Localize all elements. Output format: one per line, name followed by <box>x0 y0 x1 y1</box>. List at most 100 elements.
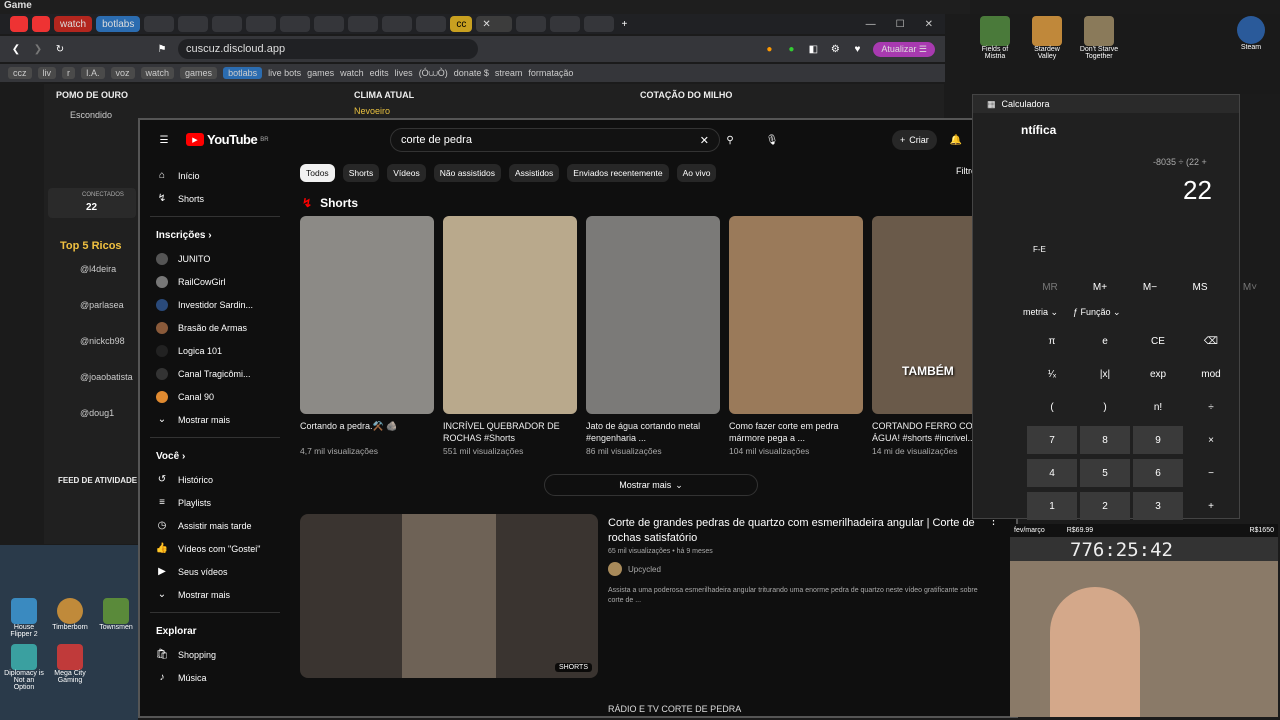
key[interactable]: 9 <box>1133 426 1183 454</box>
key[interactable]: CE <box>1133 327 1183 355</box>
desktop-icon[interactable]: Townsmen <box>96 598 136 638</box>
tab-misc[interactable] <box>584 16 615 32</box>
tab-misc[interactable] <box>212 16 243 32</box>
chip-recentes[interactable]: Enviados recentemente <box>567 164 669 182</box>
key[interactable]: 2 <box>1080 492 1130 520</box>
desktop-icon[interactable]: Timberborn <box>50 598 90 638</box>
key[interactable]: π <box>1027 327 1077 355</box>
bookmark-item[interactable]: liv <box>37 67 56 79</box>
forward-icon[interactable]: ❯ <box>32 43 44 55</box>
sidebar-item-music[interactable]: ♪ Música <box>140 666 290 689</box>
tab-cc[interactable]: cc <box>450 16 473 32</box>
key[interactable]: mod <box>1186 360 1236 388</box>
key[interactable]: 3 <box>1133 492 1183 520</box>
memory-key[interactable]: MS <box>1175 273 1225 301</box>
key[interactable]: 1 <box>1027 492 1077 520</box>
tab-misc[interactable] <box>144 16 175 32</box>
key[interactable]: n! <box>1133 393 1183 421</box>
key[interactable]: 6 <box>1133 459 1183 487</box>
bookmark-item[interactable]: voz <box>110 67 135 79</box>
key[interactable]: 8 <box>1080 426 1130 454</box>
desktop-icon[interactable]: Don't Starve Together <box>1079 16 1119 60</box>
tab-misc[interactable] <box>314 16 345 32</box>
key[interactable]: − <box>1186 459 1236 487</box>
sub-item[interactable]: JUNITO <box>140 247 290 270</box>
short-title[interactable]: Cortando a pedra.⚒️ 🪨 <box>300 420 434 444</box>
fe-button[interactable]: F-E <box>1033 245 1046 254</box>
extension-icon[interactable]: ● <box>785 43 797 55</box>
bookmark-item[interactable]: botlabs <box>223 67 263 79</box>
short-title[interactable]: Jato de água cortando metal #engenharia … <box>586 420 720 444</box>
chip-todos[interactable]: Todos <box>300 164 335 182</box>
key[interactable]: + <box>1186 492 1236 520</box>
short-thumbnail[interactable] <box>729 216 863 414</box>
sub-item[interactable]: Canal Tragicômi... <box>140 362 290 385</box>
short-card[interactable]: Jato de água cortando metal #engenharia … <box>586 216 720 456</box>
chip-shorts[interactable]: Shorts <box>342 164 380 182</box>
bookmark-item[interactable]: r <box>62 67 75 79</box>
sidebar-item-shorts[interactable]: ↯ Shorts <box>140 187 290 210</box>
short-title[interactable]: Como fazer corte em pedra mármore pega a… <box>729 420 863 444</box>
key[interactable]: ÷ <box>1186 393 1236 421</box>
tab-misc[interactable] <box>516 16 547 32</box>
bell-icon[interactable]: 🔔 <box>950 134 962 146</box>
bookmark-item[interactable]: formatação <box>528 68 573 78</box>
sub-item[interactable]: Canal 90 <box>140 385 290 408</box>
key[interactable]: ¹⁄ₓ <box>1027 360 1077 388</box>
desktop-icon[interactable]: Stardew Valley <box>1027 16 1067 60</box>
key[interactable]: ) <box>1080 393 1130 421</box>
bookmark-item[interactable]: live bots <box>268 68 301 78</box>
desktop-icon[interactable]: Diplomacy is Not an Option <box>4 644 44 691</box>
bookmark-icon[interactable]: ⚑ <box>156 43 168 55</box>
short-title[interactable]: INCRÍVEL QUEBRADOR DE ROCHAS #Shorts <box>443 420 577 444</box>
extension-icon[interactable]: ◧ <box>807 43 819 55</box>
tab-misc[interactable] <box>382 16 413 32</box>
video-title[interactable]: Corte de grandes pedras de quartzo com e… <box>608 516 978 546</box>
chip-ao-vivo[interactable]: Ao vivo <box>676 164 717 182</box>
sidebar-item-shopping[interactable]: 🛍 Shopping <box>140 643 290 666</box>
bookmark-item[interactable]: I.A. <box>81 67 105 79</box>
tab-misc[interactable] <box>178 16 209 32</box>
search-icon[interactable]: ⚲ <box>724 134 736 146</box>
rico-item[interactable]: @joaobatista <box>56 372 136 408</box>
url-field[interactable]: cuscuz.discloud.app <box>178 39 478 59</box>
memory-key[interactable]: MR <box>1025 273 1075 301</box>
video-thumbnail[interactable]: SHORTS <box>300 514 598 678</box>
key[interactable]: 7 <box>1027 426 1077 454</box>
update-button[interactable]: Atualizar ☰ <box>873 41 935 57</box>
you-header[interactable]: Você › <box>140 444 290 468</box>
bookmark-item[interactable]: games <box>180 67 218 79</box>
sidebar-item-your-videos[interactable]: ▶ Seus vídeos <box>140 560 290 583</box>
desktop-icon[interactable]: Mega City Gaming <box>50 644 90 691</box>
rico-item[interactable]: @nickcb98 <box>56 336 136 372</box>
extension-icon[interactable]: ♥ <box>851 43 863 55</box>
trig-dropdown[interactable]: metria ⌄ <box>1023 307 1058 318</box>
tab-icon[interactable] <box>10 16 28 32</box>
close-icon[interactable]: ✕ <box>925 19 933 30</box>
youtube-logo[interactable]: ▶ YouTube BR <box>186 132 269 147</box>
key[interactable]: exp <box>1133 360 1183 388</box>
maximize-icon[interactable]: ☐ <box>896 19 905 30</box>
sidebar-item-historico[interactable]: ↺ Histórico <box>140 468 290 491</box>
new-tab-icon[interactable]: + <box>618 18 630 30</box>
tab-icon[interactable] <box>32 16 50 32</box>
bookmark-item[interactable]: edits <box>370 68 389 78</box>
rico-item[interactable]: @parlasea <box>56 300 136 336</box>
bookmark-item[interactable]: games <box>307 68 334 78</box>
bookmark-item[interactable]: (Ó⩊Ò) <box>419 68 448 79</box>
sub-item[interactable]: Investidor Sardin... <box>140 293 290 316</box>
tab-misc[interactable] <box>550 16 581 32</box>
tab-current[interactable]: ✕ <box>476 16 513 32</box>
sub-item[interactable]: Brasão de Armas <box>140 316 290 339</box>
short-thumbnail[interactable] <box>586 216 720 414</box>
extension-icon[interactable]: ● <box>763 43 775 55</box>
sidebar-item-watch-later[interactable]: ◷ Assistir mais tarde <box>140 514 290 537</box>
key[interactable]: 4 <box>1027 459 1077 487</box>
short-card[interactable]: Como fazer corte em pedra mármore pega a… <box>729 216 863 456</box>
tab-botlabs[interactable]: botlabs <box>96 16 141 32</box>
sidebar-item-liked[interactable]: 👍 Vídeos com "Gostei" <box>140 537 290 560</box>
minimize-icon[interactable]: — <box>866 19 876 30</box>
bookmark-item[interactable]: watch <box>340 68 364 78</box>
key[interactable]: ⌫ <box>1186 327 1236 355</box>
bookmark-item[interactable]: donate $ <box>454 68 489 78</box>
